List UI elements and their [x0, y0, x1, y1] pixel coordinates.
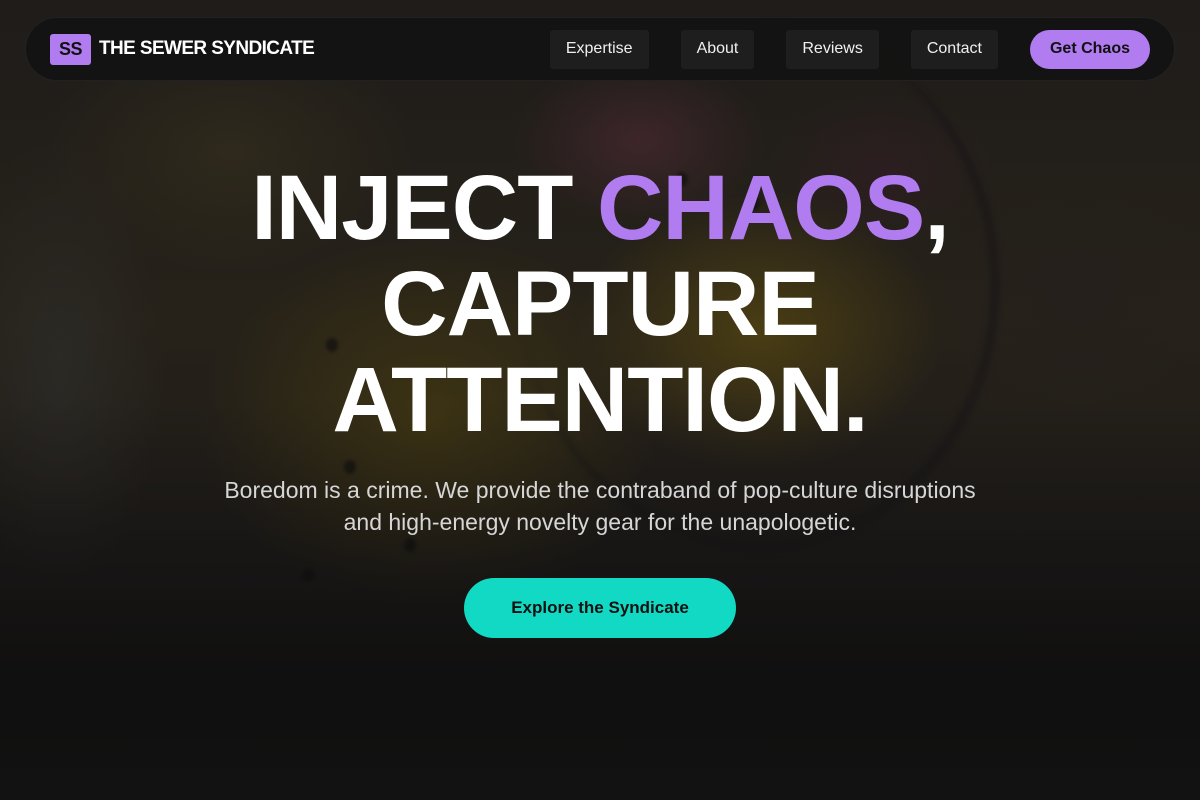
hero-headline: INJECT CHAOS, CAPTURE ATTENTION.	[0, 160, 1200, 448]
brand-mark-icon: SS	[50, 33, 91, 65]
headline-accent-word: CHAOS	[596, 157, 925, 259]
nav-link-expertise[interactable]: Expertise	[549, 29, 649, 69]
subhead-line1: Boredom is a crime. We provide the contr…	[224, 477, 976, 503]
subhead-line2: and high-energy novelty gear for the una…	[343, 509, 857, 535]
brand-name: THE SEWER SYNDICATE	[99, 38, 315, 59]
headline-part1: INJECT	[251, 157, 597, 259]
hero-subheading: Boredom is a crime. We provide the contr…	[0, 474, 1200, 538]
headline-line3: ATTENTION.	[332, 349, 868, 451]
explore-syndicate-button[interactable]: Explore the Syndicate	[464, 578, 736, 638]
landing-page: SS THE SEWER SYNDICATE Expertise About R…	[0, 0, 1200, 800]
nav-links: Expertise About Reviews Contact Get Chao…	[549, 29, 1150, 69]
top-navigation: SS THE SEWER SYNDICATE Expertise About R…	[25, 17, 1175, 81]
nav-link-about[interactable]: About	[680, 29, 755, 69]
headline-comma: ,	[924, 157, 950, 259]
nav-link-reviews[interactable]: Reviews	[786, 29, 879, 69]
brand-logo[interactable]: SS THE SEWER SYNDICATE	[50, 33, 315, 65]
headline-line2: CAPTURE	[381, 253, 820, 355]
get-chaos-button[interactable]: Get Chaos	[1029, 29, 1150, 69]
nav-link-contact[interactable]: Contact	[910, 29, 998, 69]
